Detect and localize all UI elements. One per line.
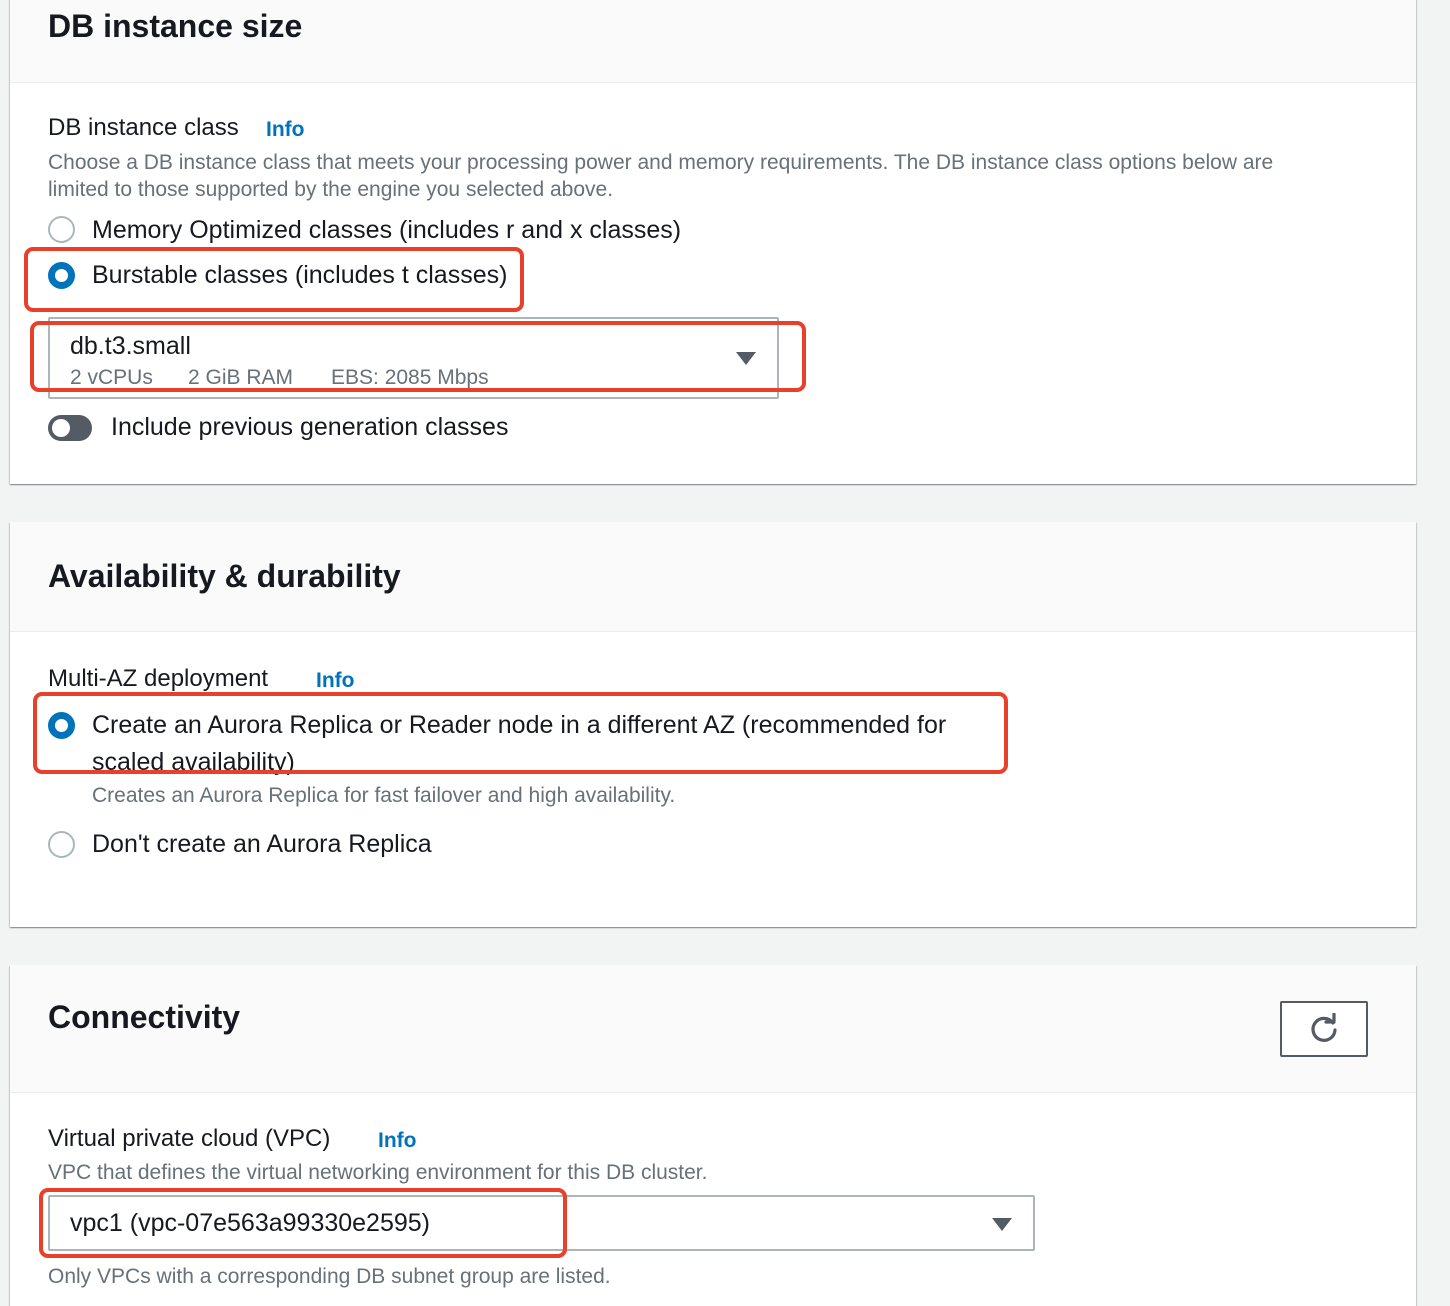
radio-create-aurora-replica-label-line2[interactable]: scaled availability): [92, 748, 295, 777]
radio-memory-optimized-label[interactable]: Memory Optimized classes (includes r and…: [92, 216, 681, 245]
availability-durability-header: Availability & durability: [10, 522, 1416, 632]
vpc-description: VPC that defines the virtual networking …: [48, 1161, 708, 1184]
db-instance-class-select[interactable]: db.t3.small 2 vCPUs 2 GiB RAM EBS: 2085 …: [48, 317, 779, 399]
radio-memory-optimized[interactable]: [48, 216, 75, 243]
connectivity-header: Connectivity: [10, 965, 1416, 1093]
availability-durability-panel: Availability & durability Multi-AZ deplo…: [10, 522, 1416, 927]
multi-az-info-link[interactable]: Info: [316, 669, 354, 693]
db-instance-class-description-line1: Choose a DB instance class that meets yo…: [48, 151, 1274, 174]
availability-durability-title: Availability & durability: [48, 558, 401, 594]
radio-dont-create-aurora-replica[interactable]: [48, 831, 75, 858]
vpc-hint: Only VPCs with a corresponding DB subnet…: [48, 1265, 611, 1288]
vpc-info-link[interactable]: Info: [378, 1129, 416, 1153]
chevron-down-icon: [992, 1218, 1012, 1231]
radio-burstable[interactable]: [48, 262, 75, 289]
radio-dont-create-aurora-replica-label[interactable]: Don't create an Aurora Replica: [92, 830, 432, 859]
refresh-icon: [1311, 1013, 1337, 1042]
db-instance-class-info-link[interactable]: Info: [266, 118, 304, 142]
db-instance-class-select-value: db.t3.small: [70, 332, 191, 360]
radio-create-aurora-replica-description: Creates an Aurora Replica for fast failo…: [92, 784, 676, 807]
db-instance-class-label: DB instance class: [48, 114, 239, 141]
db-instance-size-header: DB instance size: [10, 0, 1416, 83]
toggle-knob: [52, 419, 70, 437]
connectivity-title: Connectivity: [48, 999, 241, 1035]
vpc-select[interactable]: vpc1 (vpc-07e563a99330e2595): [48, 1195, 1035, 1251]
radio-create-aurora-replica[interactable]: [48, 712, 75, 739]
db-instance-size-panel: DB instance size DB instance class Info …: [10, 0, 1416, 484]
db-instance-class-ram: 2 GiB RAM: [188, 366, 294, 389]
refresh-button[interactable]: [1280, 1001, 1368, 1057]
chevron-down-icon: [736, 352, 756, 365]
multi-az-deployment-label: Multi-AZ deployment: [48, 665, 269, 692]
vpc-select-value: vpc1 (vpc-07e563a99330e2595): [70, 1209, 430, 1237]
radio-burstable-label[interactable]: Burstable classes (includes t classes): [92, 261, 507, 290]
radio-create-aurora-replica-label-line1[interactable]: Create an Aurora Replica or Reader node …: [92, 711, 946, 740]
include-previous-generation-label: Include previous generation classes: [111, 413, 509, 441]
vpc-label: Virtual private cloud (VPC): [48, 1125, 331, 1152]
db-instance-size-title: DB instance size: [48, 8, 303, 44]
db-instance-class-vcpus: 2 vCPUs: [70, 366, 153, 389]
db-instance-class-ebs: EBS: 2085 Mbps: [331, 366, 489, 389]
db-instance-class-description-line2: limited to those supported by the engine…: [48, 178, 614, 201]
connectivity-panel: Connectivity Virtual private cloud (VPC)…: [10, 965, 1416, 1306]
include-previous-generation-toggle[interactable]: [48, 415, 92, 441]
